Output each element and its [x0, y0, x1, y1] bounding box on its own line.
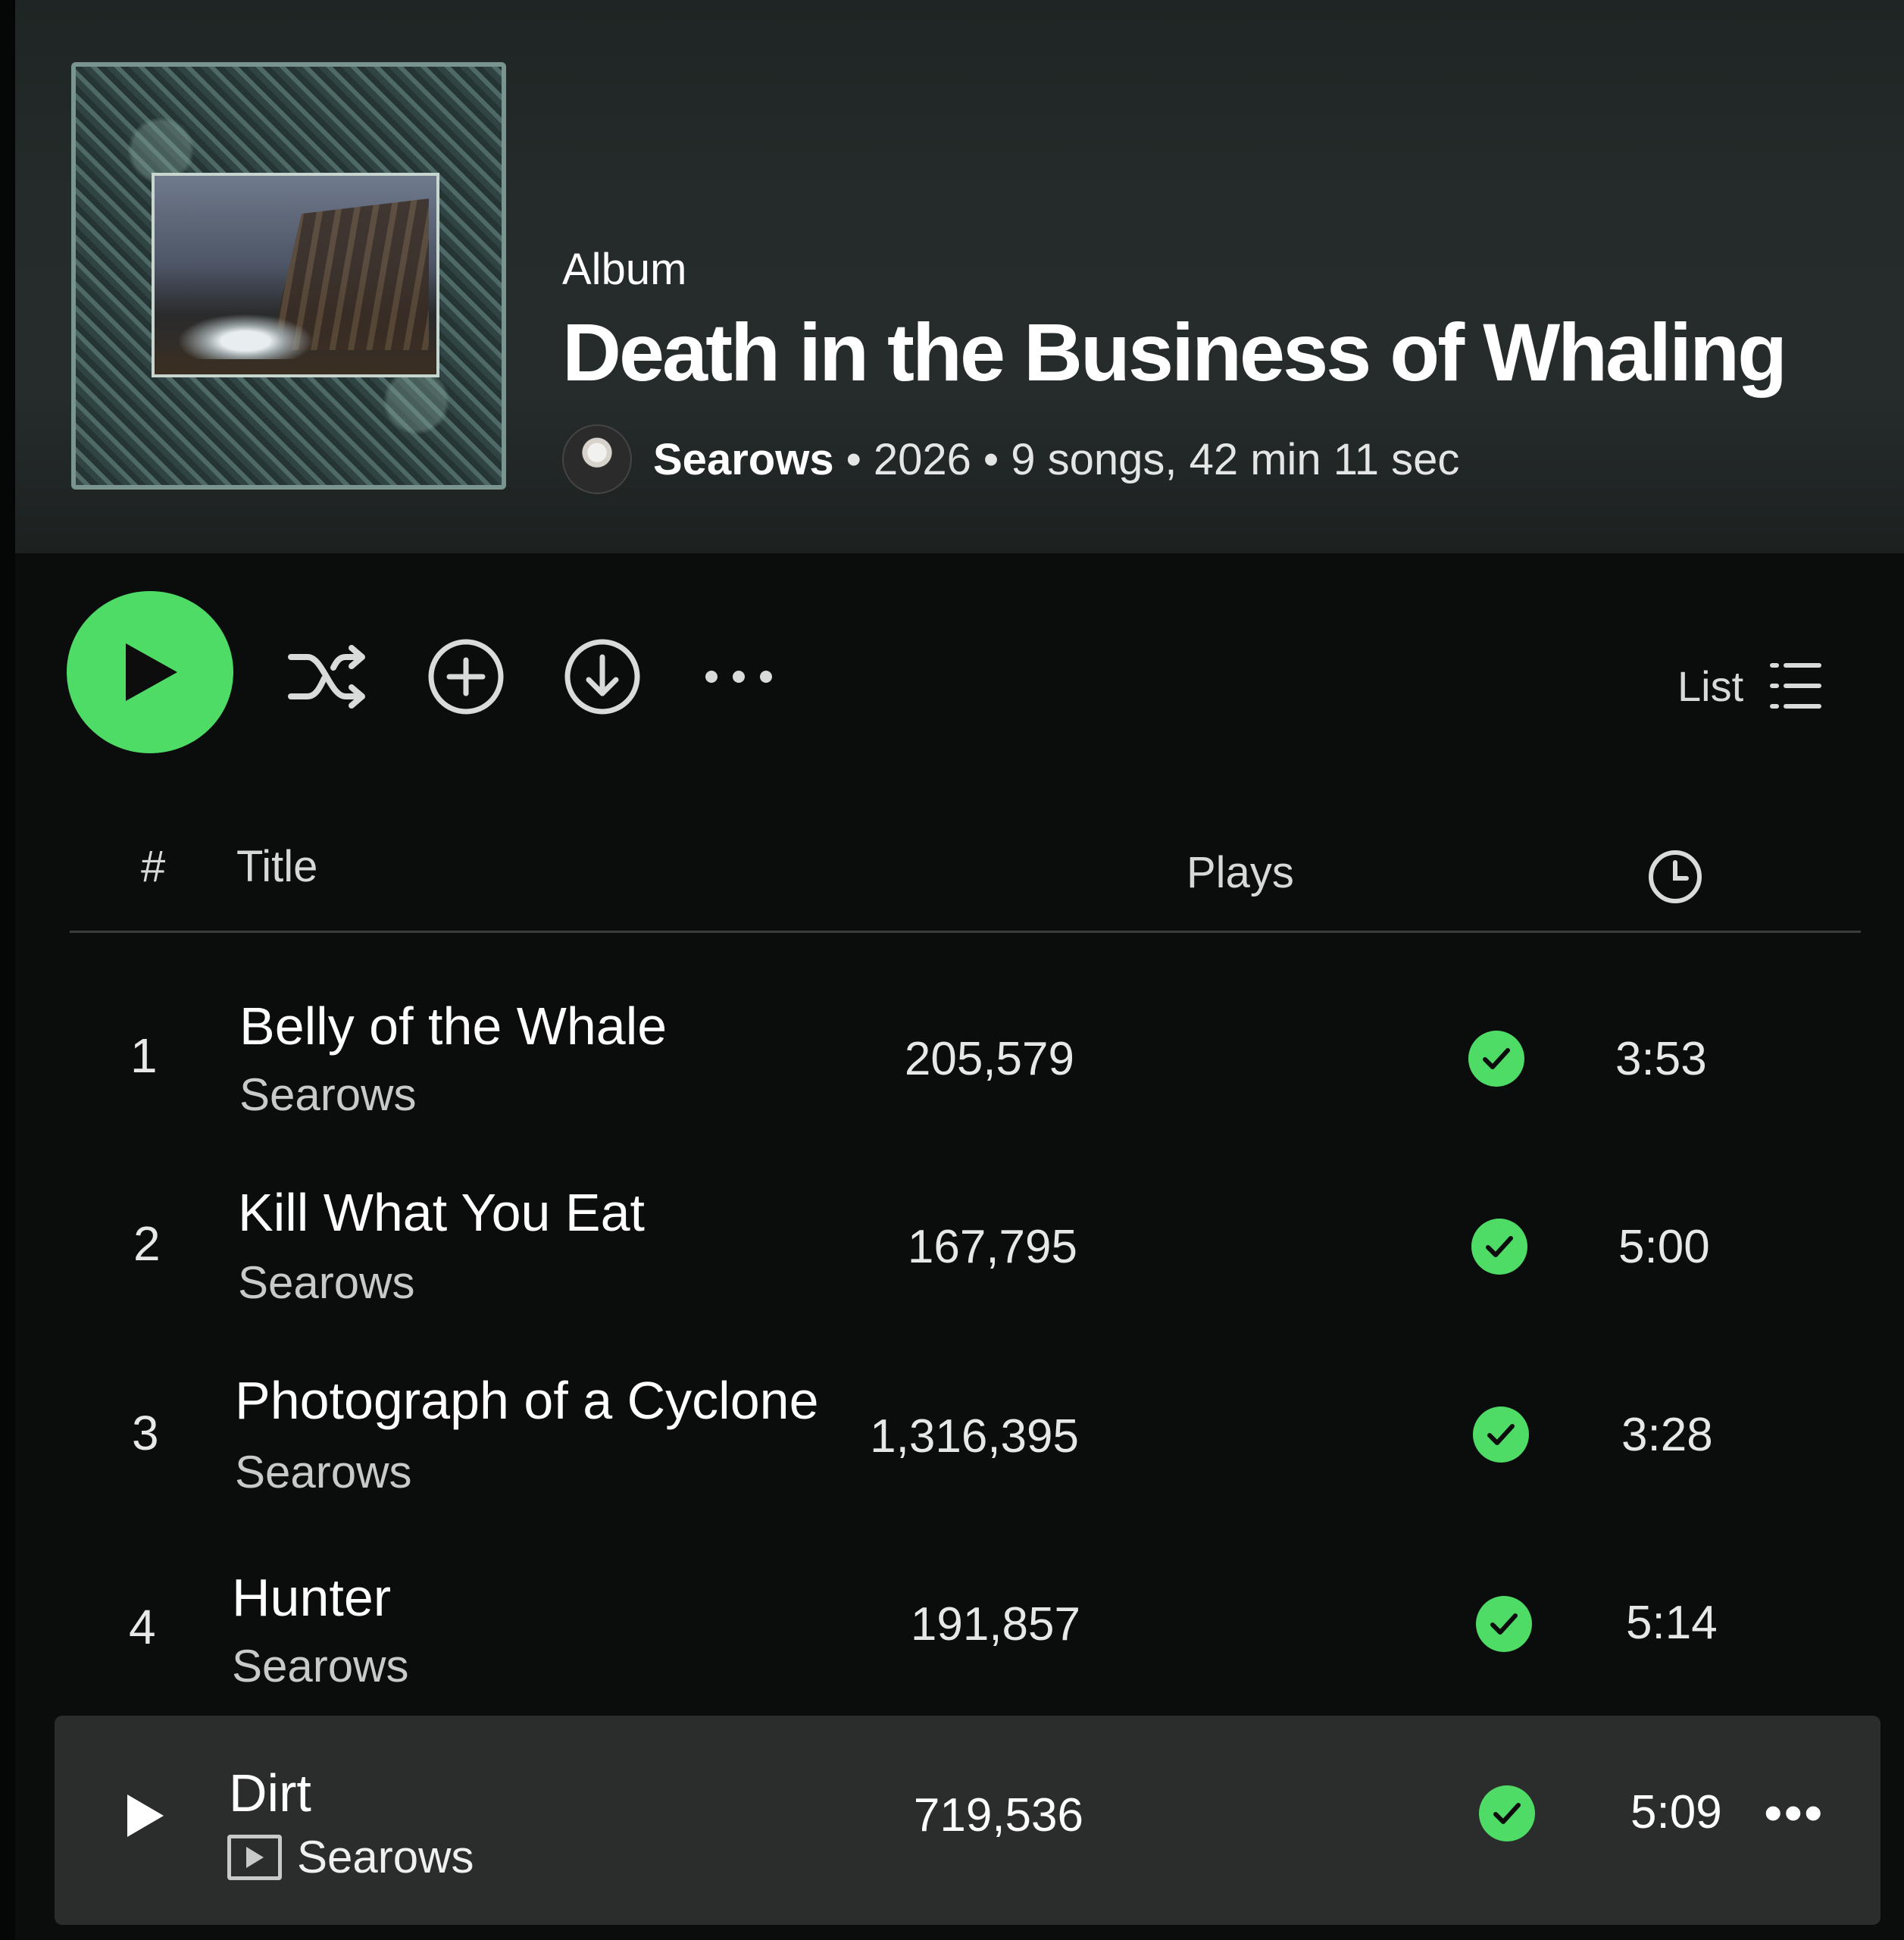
header-number: # — [141, 842, 166, 891]
artist-link[interactable]: Searows — [653, 434, 834, 485]
check-icon — [1490, 1613, 1518, 1635]
downloaded-badge — [1473, 1406, 1529, 1463]
album-summary: 9 songs, 42 min 11 sec — [1011, 434, 1460, 484]
track-plays: 167,795 — [907, 1221, 1077, 1273]
check-icon — [1483, 1048, 1510, 1069]
track-title[interactable]: Dirt — [229, 1763, 311, 1823]
shuffle-button[interactable] — [286, 635, 370, 718]
check-icon — [1486, 1236, 1513, 1257]
track-artist[interactable]: Searows — [297, 1831, 474, 1883]
track-number: 1 — [130, 1028, 158, 1083]
track-plays: 191,857 — [910, 1598, 1080, 1651]
track-title[interactable]: Photograph of a Cyclone — [235, 1370, 819, 1431]
meta-separator: • — [846, 434, 861, 484]
play-icon — [126, 643, 177, 701]
row-play-button[interactable] — [124, 1791, 167, 1844]
cover-artwork-photo — [152, 173, 439, 377]
album-meta: Searows • 2026 • 9 songs, 42 min 11 sec — [562, 424, 1459, 494]
track-row[interactable]: 2 Kill What You Eat Searows 167,795 5:00 — [55, 1173, 1881, 1349]
more-options-button[interactable] — [697, 635, 780, 718]
track-plays: 205,579 — [904, 1033, 1074, 1085]
track-artist[interactable]: Searows — [235, 1446, 411, 1498]
play-icon — [127, 1794, 164, 1837]
album-title: Death in the Business of Whaling — [562, 306, 1787, 398]
header-title[interactable]: Title — [236, 841, 317, 892]
track-duration: 3:28 — [1621, 1409, 1713, 1461]
track-number: 4 — [129, 1600, 156, 1654]
cover-wave — [177, 314, 314, 359]
clock-icon — [1649, 850, 1702, 903]
track-title[interactable]: Kill What You Eat — [238, 1182, 645, 1243]
track-duration: 5:14 — [1626, 1597, 1718, 1649]
play-button[interactable] — [67, 591, 233, 753]
track-artist-row: Searows — [227, 1831, 474, 1883]
add-circle-icon — [428, 639, 504, 715]
album-cover[interactable] — [71, 62, 506, 490]
header-duration[interactable] — [1647, 849, 1703, 915]
shuffle-icon — [288, 645, 365, 709]
track-row[interactable]: 4 Hunter Searows 191,857 5:14 — [55, 1549, 1881, 1725]
window-edge — [0, 0, 15, 1940]
track-title[interactable]: Belly of the Whale — [239, 996, 667, 1056]
more-icon — [705, 671, 772, 683]
list-icon — [1770, 663, 1822, 709]
downloaded-badge — [1468, 1031, 1524, 1087]
header-plays[interactable]: Plays — [1186, 847, 1294, 898]
downloaded-badge — [1471, 1219, 1527, 1275]
track-artist[interactable]: Searows — [239, 1069, 416, 1121]
album-type-label: Album — [562, 245, 687, 294]
video-icon — [227, 1834, 282, 1880]
download-circle-icon — [564, 639, 640, 715]
view-toggle[interactable]: List — [1677, 652, 1822, 720]
artist-avatar[interactable] — [562, 424, 632, 494]
add-to-library-button[interactable] — [424, 635, 508, 718]
track-plays: 719,536 — [913, 1789, 1083, 1841]
track-more-button[interactable]: ••• — [1764, 1782, 1824, 1843]
downloaded-badge — [1476, 1596, 1532, 1652]
track-row[interactable]: 3 Photograph of a Cyclone Searows 1,316,… — [55, 1361, 1881, 1537]
check-icon — [1493, 1803, 1521, 1824]
track-artist[interactable]: Searows — [238, 1256, 414, 1309]
track-row-active[interactable]: Dirt Searows 719,536 5:09 ••• — [55, 1716, 1881, 1925]
track-plays: 1,316,395 — [870, 1410, 1079, 1463]
check-icon — [1487, 1424, 1515, 1445]
view-toggle-label: List — [1677, 662, 1744, 710]
track-number: 3 — [132, 1406, 159, 1460]
track-artist[interactable]: Searows — [232, 1640, 408, 1692]
header-divider — [70, 931, 1861, 933]
track-duration: 3:53 — [1615, 1033, 1707, 1085]
downloaded-badge — [1479, 1785, 1535, 1841]
album-year: 2026 — [873, 434, 971, 484]
track-number: 2 — [133, 1216, 161, 1271]
track-duration: 5:00 — [1618, 1221, 1710, 1273]
track-duration: 5:09 — [1630, 1786, 1722, 1838]
download-button[interactable] — [561, 635, 644, 718]
track-title[interactable]: Hunter — [232, 1567, 391, 1628]
track-row[interactable]: 1 Belly of the Whale Searows 205,579 3:5… — [55, 985, 1881, 1161]
meta-separator: • — [983, 434, 999, 484]
